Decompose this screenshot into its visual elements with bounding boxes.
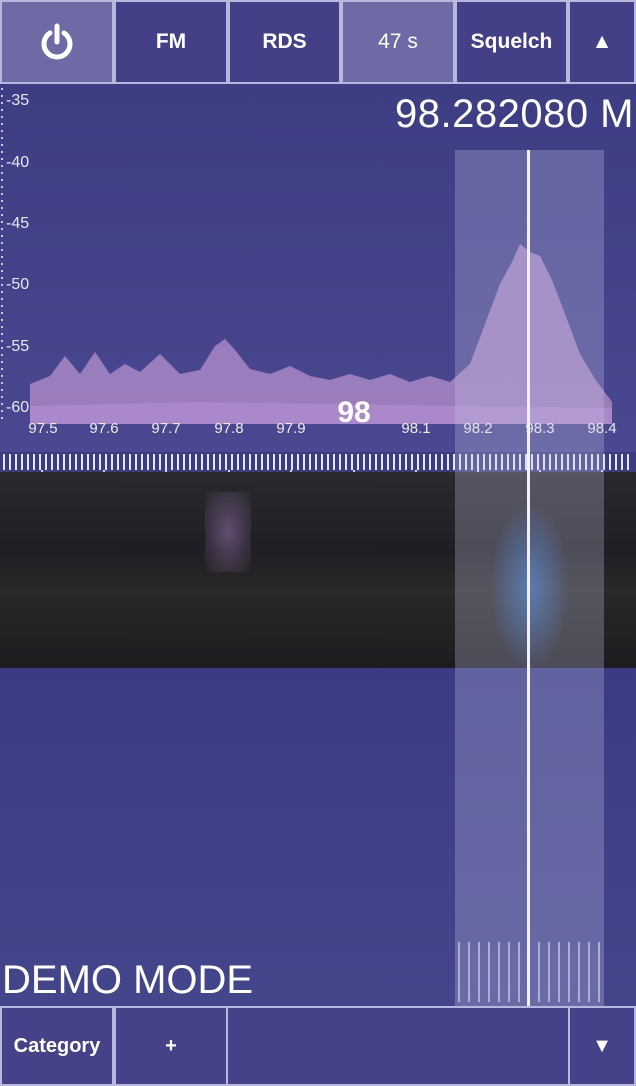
timer-button[interactable]: 47 s <box>341 0 455 84</box>
bottom-toolbar: Category + ▼ <box>0 1006 636 1086</box>
db-scale-label: -35 <box>6 92 30 109</box>
chevron-down-icon: ▼ <box>592 1034 612 1057</box>
squelch-button[interactable]: Squelch <box>455 0 568 84</box>
freq-tick-label: 97.8 <box>214 420 244 437</box>
db-scale-label: -45 <box>6 215 30 232</box>
waterfall-signal-trace <box>205 492 251 572</box>
db-scale-label: -60 <box>6 399 30 416</box>
category-button[interactable]: Category <box>0 1006 114 1086</box>
add-button[interactable]: + <box>114 1006 228 1086</box>
bookmark-bar[interactable] <box>228 1006 568 1086</box>
tuning-line[interactable] <box>527 150 530 1006</box>
db-scale-label: -50 <box>6 276 30 293</box>
demo-mode-label: DEMO MODE <box>2 958 254 1002</box>
db-scale-label: -40 <box>6 154 30 171</box>
power-icon <box>41 23 73 60</box>
freq-tick-label: 97.9 <box>276 420 306 437</box>
chevron-up-icon: ▲ <box>591 30 613 53</box>
freq-tick-label: 97.5 <box>28 420 58 437</box>
rds-button[interactable]: RDS <box>228 0 341 84</box>
freq-tick-label: 98.1 <box>401 420 431 437</box>
freq-tick-label: 97.7 <box>151 420 181 437</box>
selection-bottom-ticks <box>458 942 600 1002</box>
top-toolbar: FM RDS 47 s Squelch ▲ <box>0 0 636 84</box>
expand-button[interactable]: ▼ <box>568 1006 636 1086</box>
frequency-readout[interactable]: 98.282080 M <box>395 92 634 137</box>
mode-fm-button[interactable]: FM <box>114 0 228 84</box>
db-scale-label: -55 <box>6 338 30 355</box>
freq-center-label: 98 <box>337 396 371 429</box>
collapse-toolbar-button[interactable]: ▲ <box>568 0 636 84</box>
freq-tick-label: 97.6 <box>89 420 119 437</box>
power-button[interactable] <box>0 0 114 84</box>
